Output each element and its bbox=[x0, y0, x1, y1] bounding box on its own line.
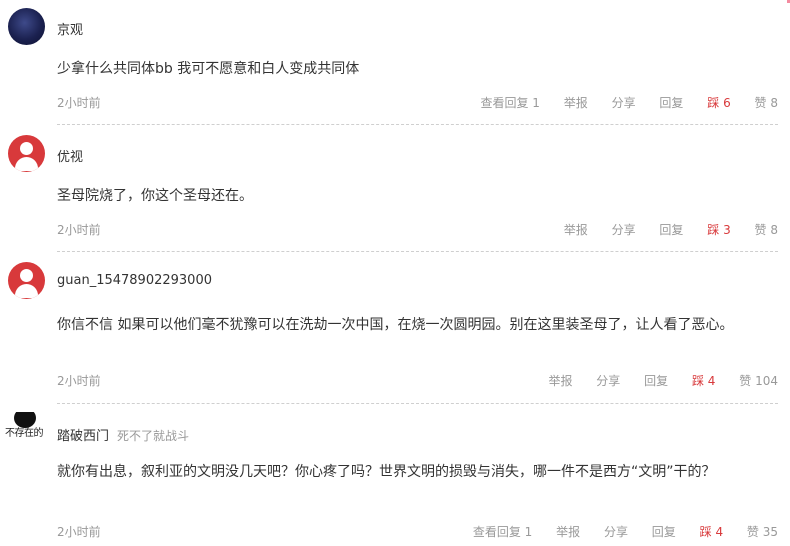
reply-link[interactable]: 回复 bbox=[659, 223, 683, 237]
share-link[interactable]: 分享 bbox=[604, 525, 628, 539]
timestamp: 2小时前 bbox=[57, 374, 101, 388]
default-user-icon bbox=[20, 142, 33, 155]
comment-text: 就你有出息，叙利亚的文明没几天吧？你心疼了吗？世界文明的损毁与消失，哪一件不是西… bbox=[57, 464, 716, 480]
divider bbox=[57, 403, 778, 404]
report-link[interactable]: 举报 bbox=[548, 374, 572, 388]
avatar[interactable] bbox=[8, 135, 45, 172]
divider bbox=[57, 251, 778, 252]
username[interactable]: guan_15478902293000 bbox=[57, 273, 212, 288]
username[interactable]: 京观 bbox=[57, 19, 83, 38]
view-replies-link[interactable]: 查看回复 1 bbox=[473, 525, 532, 539]
report-link[interactable]: 举报 bbox=[556, 525, 580, 539]
downvote-button[interactable]: 踩 4 bbox=[692, 374, 715, 388]
avatar[interactable]: 不存在的 bbox=[2, 412, 46, 449]
reply-link[interactable]: 回复 bbox=[644, 374, 668, 388]
comment-text: 少拿什么共同体bb 我可不愿意和白人变成共同体 bbox=[57, 61, 360, 77]
comment-text: 你信不信 如果可以他们毫不犹豫可以在洗劫一次中国，在烧一次圆明园。别在这里装圣母… bbox=[57, 317, 734, 333]
username-line: 踏破西门 死不了就战斗 bbox=[57, 425, 189, 444]
user-signature: 死不了就战斗 bbox=[117, 429, 190, 443]
upvote-button[interactable]: 赞 35 bbox=[747, 525, 778, 539]
upvote-button[interactable]: 赞 8 bbox=[755, 96, 778, 110]
comment-actions: 查看回复 1 举报 分享 回复 踩 4 赞 35 bbox=[453, 523, 778, 540]
view-replies-link[interactable]: 查看回复 1 bbox=[480, 96, 539, 110]
upvote-button[interactable]: 赞 8 bbox=[755, 223, 778, 237]
upvote-button[interactable]: 赞 104 bbox=[739, 374, 778, 388]
timestamp: 2小时前 bbox=[57, 223, 101, 237]
avatar[interactable] bbox=[8, 8, 45, 45]
share-link[interactable]: 分享 bbox=[596, 374, 620, 388]
avatar-text: 不存在的 bbox=[5, 428, 44, 439]
comment-actions: 查看回复 1 举报 分享 回复 踩 6 赞 8 bbox=[460, 94, 778, 111]
comment-actions: 举报 分享 回复 踩 3 赞 8 bbox=[544, 221, 778, 238]
timestamp: 2小时前 bbox=[57, 96, 101, 110]
downvote-button[interactable]: 踩 4 bbox=[700, 525, 723, 539]
downvote-button[interactable]: 踩 6 bbox=[707, 96, 730, 110]
timestamp: 2小时前 bbox=[57, 525, 101, 539]
avatar[interactable] bbox=[8, 262, 45, 299]
comment-text: 圣母院烧了，你这个圣母还在。 bbox=[57, 188, 253, 204]
reply-link[interactable]: 回复 bbox=[652, 525, 676, 539]
report-link[interactable]: 举报 bbox=[564, 96, 588, 110]
share-link[interactable]: 分享 bbox=[612, 96, 636, 110]
downvote-button[interactable]: 踩 3 bbox=[707, 223, 730, 237]
share-link[interactable]: 分享 bbox=[612, 223, 636, 237]
username[interactable]: 踏破西门 bbox=[57, 429, 109, 444]
report-link[interactable]: 举报 bbox=[564, 223, 588, 237]
comment-actions: 举报 分享 回复 踩 4 赞 104 bbox=[528, 372, 778, 389]
default-user-icon bbox=[20, 269, 33, 282]
reply-link[interactable]: 回复 bbox=[659, 96, 683, 110]
username[interactable]: 优视 bbox=[57, 146, 83, 165]
divider bbox=[57, 124, 778, 125]
